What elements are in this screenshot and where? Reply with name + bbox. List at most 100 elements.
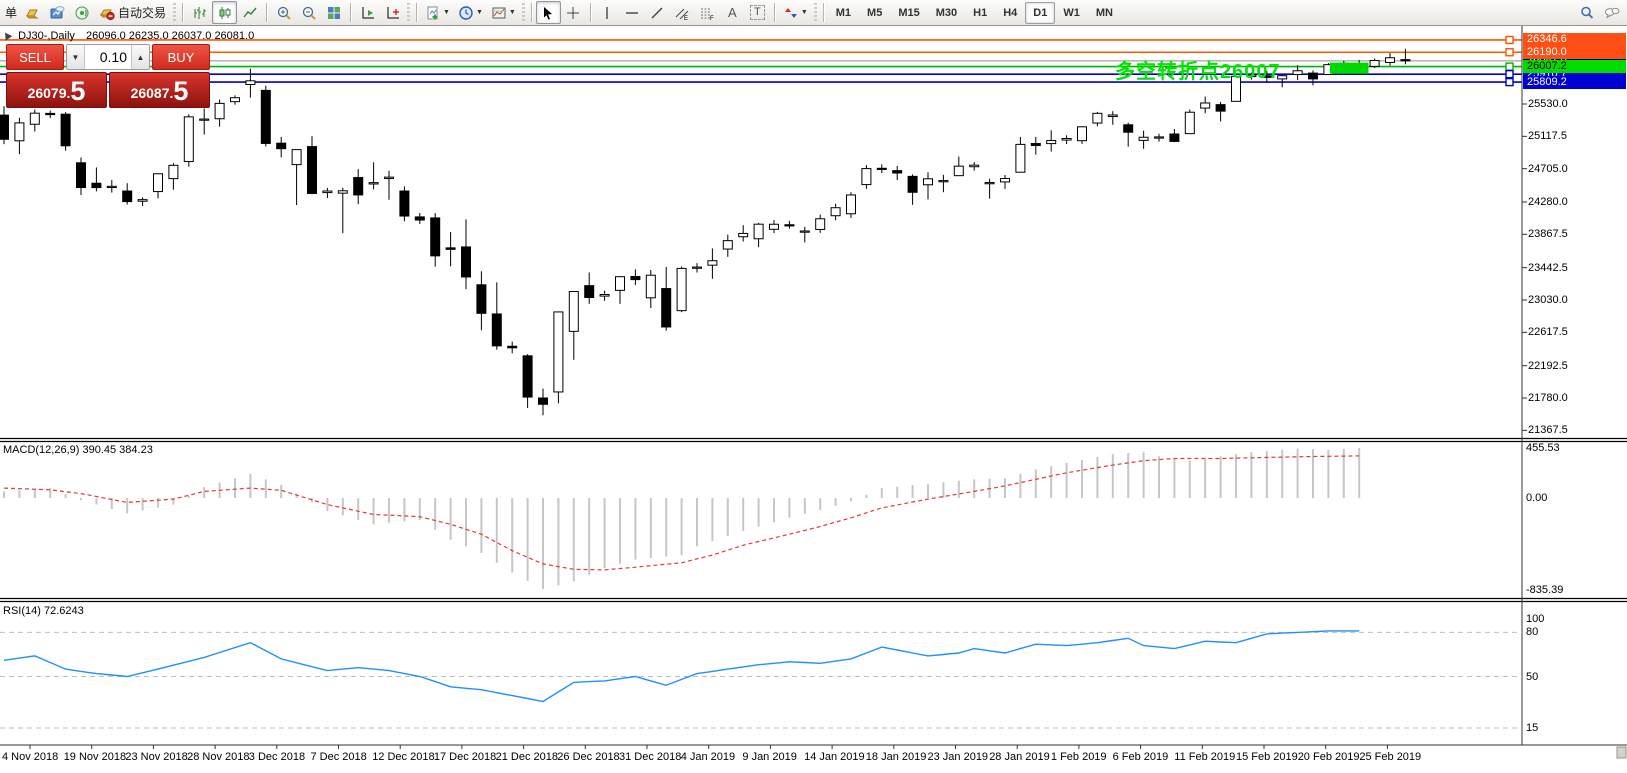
text-label-tool-label: T <box>750 5 765 20</box>
price-tick-label: 25117.5 <box>1528 130 1567 142</box>
timeframe-button-m1[interactable]: M1 <box>828 2 859 24</box>
templates-caret: ▼ <box>509 9 516 16</box>
rsi-line <box>4 631 1359 702</box>
crosshair-button[interactable] <box>561 1 586 24</box>
date-label: 7 Dec 2018 <box>311 751 367 763</box>
indicators-button[interactable]: ▼ <box>421 1 454 24</box>
cursor-button[interactable] <box>536 1 561 24</box>
timeframe-button-h4[interactable]: H4 <box>995 2 1025 24</box>
volume-input[interactable] <box>85 45 131 69</box>
price-tag: 25809.2 <box>1523 76 1626 89</box>
date-label: 11 Feb 2019 <box>1174 751 1235 763</box>
rsi-tick-label: 80 <box>1526 626 1538 638</box>
text-label-tool-button[interactable]: T <box>745 1 770 24</box>
timeframe-button-w1[interactable]: W1 <box>1055 2 1088 24</box>
date-label: 26 Dec 2018 <box>557 751 619 763</box>
macd-label: MACD(12,26,9) 390.45 384.23 <box>3 444 153 456</box>
rsi-pane <box>0 631 1522 728</box>
date-label: 31 Dec 2018 <box>619 751 681 763</box>
periods-button[interactable]: ▼ <box>454 1 487 24</box>
svg-text:F: F <box>710 16 714 21</box>
buy-button[interactable]: BUY <box>152 44 210 70</box>
gold-icon[interactable] <box>19 1 44 24</box>
price-tag: 26190.0 <box>1523 46 1626 59</box>
vertical-line-button[interactable] <box>595 1 620 24</box>
history-chart-icon[interactable] <box>44 1 69 24</box>
level-lines <box>0 36 1522 85</box>
timeframe-button-d1[interactable]: D1 <box>1025 2 1055 24</box>
line-chart-button[interactable] <box>237 1 262 24</box>
timeframe-button-m30[interactable]: M30 <box>928 2 965 24</box>
ohlc-values: 26096.0 26235.0 26037.0 26081.0 <box>86 30 254 42</box>
zoom-in-button[interactable] <box>271 1 296 24</box>
auto-scroll-button[interactable] <box>355 1 380 24</box>
timeframe-button-m5[interactable]: M5 <box>859 2 890 24</box>
timeframe-button-h1[interactable]: H1 <box>965 2 995 24</box>
axis-frame <box>0 26 1627 758</box>
date-label: 19 Nov 2018 <box>64 751 126 763</box>
text-tool-button[interactable]: A <box>720 1 745 24</box>
indicators-caret: ▼ <box>443 9 450 16</box>
rsi-label: RSI(14) 72.6243 <box>3 605 84 617</box>
volume-decrease-button[interactable]: ▼ <box>67 45 85 69</box>
sell-price-main: 26079. <box>28 81 71 105</box>
arrows-tool-button[interactable]: ▼ <box>779 1 812 24</box>
templates-button[interactable]: ▼ <box>487 1 520 24</box>
zoom-out-button[interactable] <box>296 1 321 24</box>
buy-price-main: 26087. <box>131 81 174 105</box>
fibonacci-button[interactable]: F <box>695 1 720 24</box>
symbol-period-label: DJ30-,Daily <box>18 30 75 42</box>
date-label: 1 Feb 2019 <box>1051 751 1107 763</box>
date-label: 25 Feb 2019 <box>1359 751 1421 763</box>
macd-tick-label: 455.53 <box>1526 442 1560 454</box>
equidistant-channel-button[interactable]: E <box>670 1 695 24</box>
horizontal-line-button[interactable] <box>620 1 645 24</box>
tile-windows-button[interactable] <box>321 1 346 24</box>
rsi-tick-label: 50 <box>1526 671 1538 683</box>
autotrading-button[interactable]: 自动交易 <box>94 1 171 24</box>
rsi-tick-label: 100 <box>1526 613 1544 625</box>
search-icon[interactable] <box>1574 1 1599 24</box>
volume-increase-button[interactable]: ▲ <box>131 45 149 69</box>
timeframe-bar: M1M5M15M30H1H4D1W1MN <box>828 2 1121 24</box>
date-label: 12 Dec 2018 <box>372 751 434 763</box>
text-tool-label: A <box>728 5 737 20</box>
date-label: 4 Nov 2018 <box>2 751 58 763</box>
sell-button[interactable]: SELL <box>6 44 64 70</box>
date-label: 3 Dec 2018 <box>249 751 305 763</box>
arrows-caret: ▼ <box>801 9 808 16</box>
chart-annotation-text: 多空转折点26007 <box>1115 55 1281 84</box>
chart-canvas[interactable] <box>0 0 1627 773</box>
price-tag: 26346.6 <box>1523 33 1626 46</box>
bar-chart-button[interactable] <box>187 1 212 24</box>
highlight-zone <box>1330 63 1369 74</box>
price-tick-label: 25530.0 <box>1528 98 1568 110</box>
date-label: 20 Feb 2019 <box>1298 751 1360 763</box>
date-label: 23 Jan 2019 <box>928 751 989 763</box>
new-order-button[interactable]: 单 <box>3 1 19 24</box>
candlestick-chart-button[interactable] <box>212 1 237 24</box>
price-tick-label: 22617.5 <box>1528 326 1568 338</box>
buy-price-frac: 5 <box>173 77 188 105</box>
price-tick-label: 21367.5 <box>1528 424 1568 436</box>
new-order-label: 单 <box>5 4 17 21</box>
chart-shift-button[interactable] <box>380 1 405 24</box>
chart-plot-area[interactable] <box>0 26 1627 773</box>
date-label: 28 Jan 2019 <box>989 751 1050 763</box>
sell-price-frac: 5 <box>70 77 85 105</box>
date-label: 14 Jan 2019 <box>804 751 865 763</box>
trendline-button[interactable] <box>645 1 670 24</box>
macd-pane <box>4 448 1359 589</box>
timeframe-button-m15[interactable]: M15 <box>890 2 927 24</box>
sell-price[interactable]: 26079.5 <box>6 72 107 108</box>
timeframe-button-mn[interactable]: MN <box>1088 2 1121 24</box>
price-tick-label: 23030.0 <box>1528 294 1568 306</box>
date-label: 18 Jan 2019 <box>866 751 927 763</box>
buy-price[interactable]: 26087.5 <box>109 72 210 108</box>
price-tick-label: 23867.5 <box>1528 228 1568 240</box>
chat-icon[interactable] <box>1599 1 1624 24</box>
date-label: 17 Dec 2018 <box>434 751 496 763</box>
toolbar: 单 自动交易 ▼ ▼ <box>0 0 1627 26</box>
signals-icon[interactable] <box>69 1 94 24</box>
volume-stepper: ▼ ▲ <box>66 44 150 70</box>
